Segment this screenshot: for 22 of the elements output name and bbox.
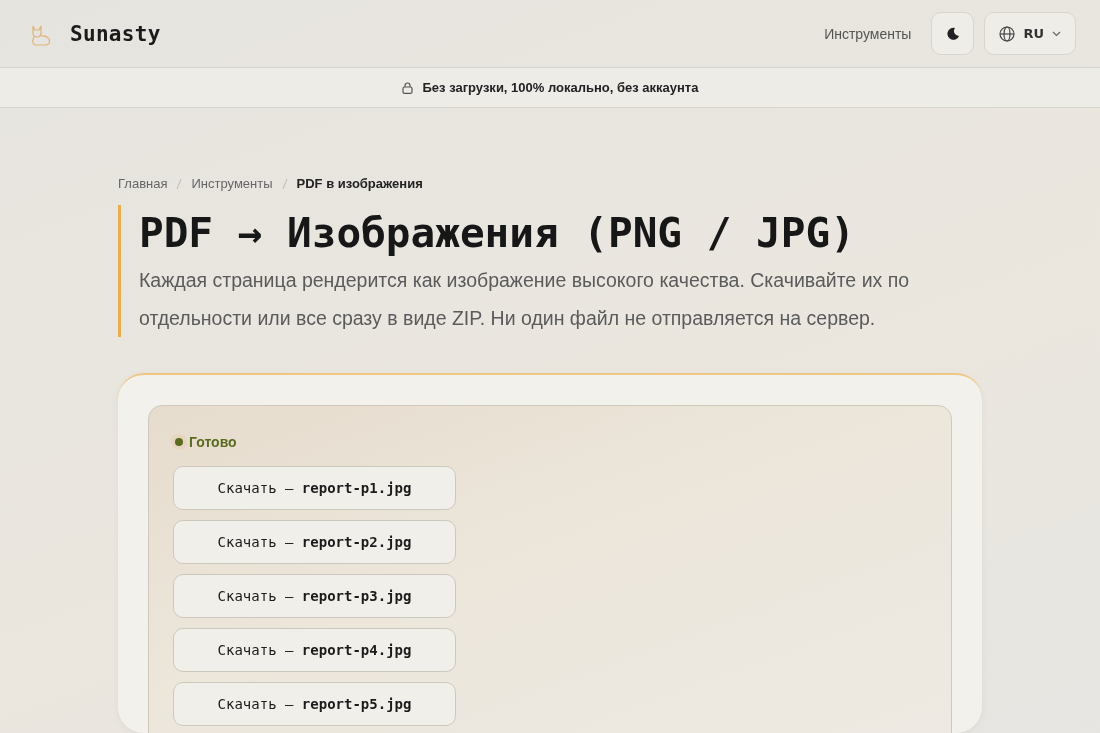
breadcrumb-current: PDF в изображения: [296, 176, 423, 191]
theme-toggle-button[interactable]: [931, 12, 975, 55]
breadcrumb-link[interactable]: Главная: [118, 176, 168, 191]
chevron-down-icon: [1052, 30, 1061, 37]
status-label: Готово: [189, 434, 237, 450]
privacy-banner-text: Без загрузки, 100% локально, без аккаунта: [422, 80, 699, 95]
download-button[interactable]: Скачать — report-p3.jpg: [173, 574, 456, 618]
slash-icon: [281, 177, 288, 190]
download-button[interactable]: Скачать — report-p2.jpg: [173, 520, 456, 564]
lock-icon: [401, 81, 413, 94]
tools-link[interactable]: Инструменты: [824, 25, 912, 42]
language-selector[interactable]: RU: [984, 12, 1076, 55]
download-button[interactable]: Скачать — report-p1.jpg: [173, 466, 456, 510]
download-button[interactable]: Скачать — report-p4.jpg: [173, 628, 456, 672]
globe-icon: [999, 25, 1016, 42]
moon-icon: [945, 26, 960, 41]
slash-icon: [176, 177, 183, 190]
page-title: PDF → Изображения (PNG / JPG): [139, 208, 856, 259]
download-button[interactable]: Скачать — report-p5.jpg: [173, 682, 456, 726]
breadcrumb-link[interactable]: Инструменты: [191, 176, 273, 191]
brand-name: Sunasty: [70, 21, 161, 46]
page-description: Каждая страница рендерится как изображение высокого качества. Скачивайте их по отдельности или все сразу в виде ZIP. Ни один файл не отправляется на сервер.: [139, 268, 911, 331]
